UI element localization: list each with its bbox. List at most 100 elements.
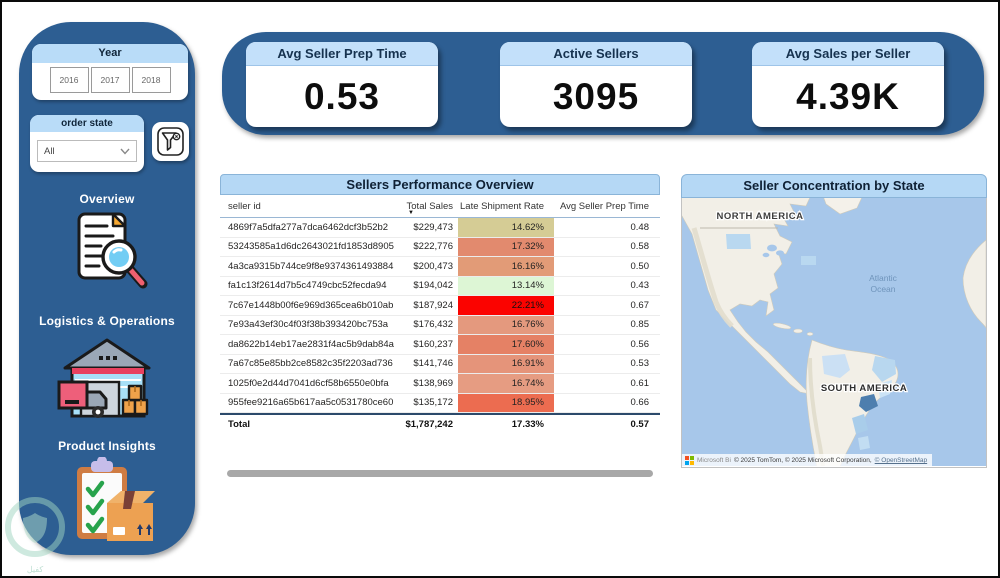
total-sales-cell: $222,776 <box>413 241 453 253</box>
year-button-2017[interactable]: 2017 <box>90 67 130 93</box>
nav-product-insights[interactable]: Product Insights <box>19 439 195 453</box>
kpi-card-active-sellers: Active Sellers 3095 <box>500 42 692 127</box>
prep-time-cell: 0.48 <box>630 221 650 233</box>
year-buttons: 2016 2017 2018 <box>32 63 188 93</box>
prep-time-cell: 0.56 <box>630 338 650 350</box>
table-row[interactable]: fa1c13f2614d7b5c4749cbc52fecda94 $194,04… <box>220 276 660 296</box>
seller-id-cell: 1025f0e2d44d7041d6cf58b6550e0bfa <box>228 377 389 389</box>
kpi-card-avg-seller-prep-time: Avg Seller Prep Time 0.53 <box>246 42 438 127</box>
seller-id-cell: 955fee9216a65b617aa5c0531780ce60 <box>228 397 394 409</box>
kpi-bar: Avg Seller Prep Time 0.53 Active Sellers… <box>222 32 984 135</box>
year-filter-title: Year <box>32 44 188 63</box>
funnel-icon <box>157 127 184 156</box>
nav-overview[interactable]: Overview <box>19 192 195 206</box>
total-label-cell: Total <box>228 419 250 430</box>
total-sales-cell: $176,432 <box>413 319 453 331</box>
seller-id-cell: fa1c13f2614d7b5c4749cbc52fecda94 <box>228 280 387 292</box>
clear-filter-button[interactable] <box>152 122 189 161</box>
table-row[interactable]: da8622b14eb17ae2831f4ac5b9dab84a $160,23… <box>220 335 660 355</box>
map-provider-label: Microsoft Bi <box>697 457 731 464</box>
prep-time-cell: 0.53 <box>630 358 650 370</box>
prep-time-cell: 0.67 <box>630 299 650 311</box>
table-row[interactable]: 4a3ca9315b744ce9f8e9374361493884 $200,47… <box>220 257 660 277</box>
dashboard-page: Year 2016 2017 2018 order state All Over… <box>0 0 1000 578</box>
late-rate-cell: 17.32% <box>458 237 554 256</box>
table-row[interactable]: 7c67e1448b00f6e969d365cea6b010ab $187,92… <box>220 296 660 316</box>
seller-id-cell: 7c67e1448b00f6e969d365cea6b010ab <box>228 299 394 311</box>
kpi-title: Avg Sales per Seller <box>752 42 944 66</box>
year-button-2018[interactable]: 2018 <box>131 67 171 93</box>
prep-time-cell: 0.50 <box>630 260 650 272</box>
kpi-card-avg-sales-per-seller: Avg Sales per Seller 4.39K <box>752 42 944 127</box>
late-rate-cell: 17.60% <box>458 335 554 354</box>
late-rate-cell: 16.76% <box>458 315 554 334</box>
document-magnifier-icon[interactable] <box>71 210 151 297</box>
map-panel: Seller Concentration by State NORTH AMER… <box>676 174 987 511</box>
map-label-south-america: SOUTH AMERICA <box>821 383 907 394</box>
warehouse-truck-icon[interactable] <box>57 332 157 427</box>
watermark-text: كفيل <box>26 565 44 574</box>
late-rate-cell: 22.21% <box>458 296 554 315</box>
table-row[interactable]: 7e93a43ef30c4f03f38b393420bc753a $176,43… <box>220 315 660 335</box>
table-horizontal-scrollbar[interactable] <box>227 470 653 477</box>
seller-id-cell: da8622b14eb17ae2831f4ac5b9dab84a <box>228 338 394 350</box>
seller-concentration-map[interactable]: NORTH AMERICA Atlantic Ocean SOUTH AMERI… <box>676 192 987 511</box>
seller-id-cell: 53243585a1d6dc2643021fd1853d8905 <box>228 241 394 253</box>
column-header-late-shipment-rate[interactable]: Late Shipment Rate <box>458 201 554 212</box>
total-sales-cell: $194,042 <box>413 280 453 292</box>
column-header-seller-id[interactable]: seller id <box>220 201 400 212</box>
late-rate-cell: 16.16% <box>458 257 554 276</box>
order-state-title: order state <box>30 115 144 132</box>
kpi-value: 4.39K <box>796 76 900 117</box>
seller-id-cell: 4869f7a5dfa277a7dca6462dcf3b52b2 <box>228 221 389 233</box>
late-rate-total-cell: 17.33% <box>511 419 544 430</box>
table-row[interactable]: 4869f7a5dfa277a7dca6462dcf3b52b2 $229,47… <box>220 218 660 238</box>
seller-id-cell: 4a3ca9315b744ce9f8e9374361493884 <box>228 260 394 272</box>
sellers-table-panel: Sellers Performance Overview seller id T… <box>220 174 660 434</box>
table-row[interactable]: 955fee9216a65b617aa5c0531780ce60 $135,17… <box>220 393 660 413</box>
table-header-row: seller id Total Sales Late Shipment Rate… <box>220 195 660 218</box>
total-sales-cell: $135,172 <box>413 397 453 409</box>
kpi-value: 3095 <box>552 76 640 117</box>
openstreetmap-link[interactable]: © OpenStreetMap <box>875 457 927 464</box>
kpi-title: Avg Seller Prep Time <box>246 42 438 66</box>
table-title: Sellers Performance Overview <box>220 174 660 195</box>
prep-time-cell: 0.85 <box>630 319 650 331</box>
late-rate-cell: 16.74% <box>458 374 554 393</box>
sort-descending-icon: ▼ <box>408 210 414 216</box>
table-row[interactable]: 1025f0e2d44d7041d6cf58b6550e0bfa $138,96… <box>220 374 660 394</box>
map-label-ocean: Ocean <box>870 284 895 294</box>
table-row[interactable]: 7a67c85e85bb2ce8582c35f2203ad736 $141,74… <box>220 354 660 374</box>
total-sales-cell: $200,473 <box>413 260 453 272</box>
seller-id-cell: 7a67c85e85bb2ce8582c35f2203ad736 <box>228 358 393 370</box>
prep-time-cell: 0.61 <box>630 377 650 389</box>
seller-id-cell: 7e93a43ef30c4f03f38b393420bc753a <box>228 319 389 331</box>
total-sales-total-cell: $1,787,242 <box>405 419 453 430</box>
total-sales-cell: $160,237 <box>413 338 453 350</box>
map-attribution: Microsoft Bi © 2025 TomTom, © 2025 Micro… <box>682 454 933 467</box>
kpi-title: Active Sellers <box>500 42 692 66</box>
late-rate-cell: 18.95% <box>458 393 554 412</box>
total-sales-cell: $229,473 <box>413 221 453 233</box>
watermark-shield-icon <box>5 497 65 557</box>
map-canvas: NORTH AMERICA Atlantic Ocean SOUTH AMERI… <box>676 192 987 511</box>
total-sales-cell: $138,969 <box>413 377 453 389</box>
map-title: Seller Concentration by State <box>681 174 987 198</box>
prep-time-cell: 0.58 <box>630 241 650 253</box>
prep-time-cell: 0.66 <box>630 397 650 409</box>
year-button-2016[interactable]: 2016 <box>49 67 89 93</box>
sidebar: Year 2016 2017 2018 order state All Over… <box>19 22 195 555</box>
map-label-north-america: NORTH AMERICA <box>717 211 804 222</box>
order-state-selected-value: All <box>44 145 55 157</box>
nav-logistics-operations[interactable]: Logistics & Operations <box>19 314 195 328</box>
total-sales-cell: $141,746 <box>413 358 453 370</box>
column-header-avg-seller-prep-time[interactable]: Avg Seller Prep Time <box>554 201 654 212</box>
table-row[interactable]: 53243585a1d6dc2643021fd1853d8905 $222,77… <box>220 237 660 257</box>
order-state-dropdown[interactable]: All <box>37 140 137 162</box>
chevron-down-icon <box>120 148 130 155</box>
prep-time-cell: 0.43 <box>630 280 650 292</box>
watermark-logo: كفيل <box>2 497 80 574</box>
microsoft-logo-icon <box>685 456 694 465</box>
map-copyright-text: © 2025 TomTom, © 2025 Microsoft Corporat… <box>733 457 872 464</box>
clipboard-box-icon[interactable] <box>67 456 157 550</box>
